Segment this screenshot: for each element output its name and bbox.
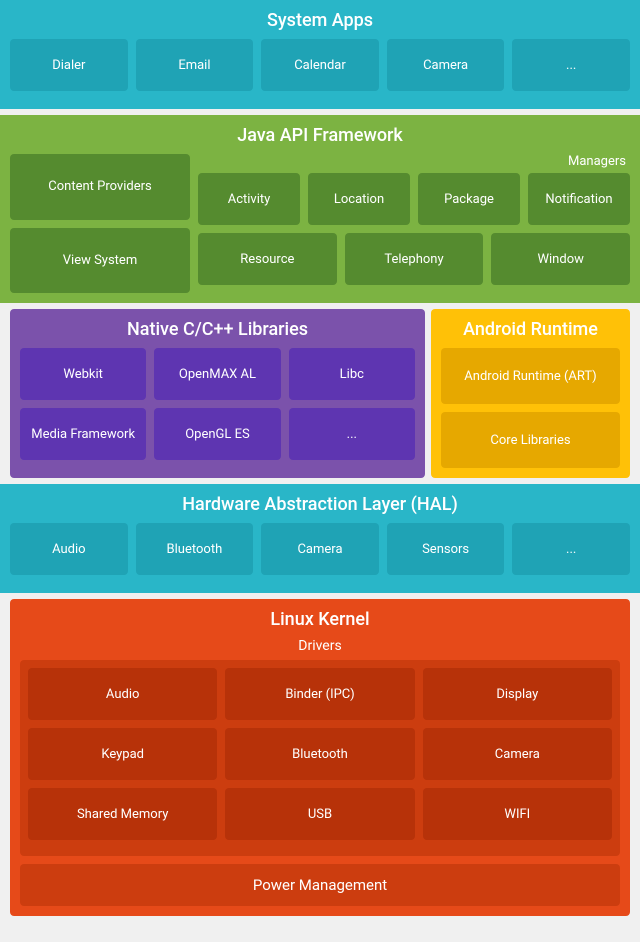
wifi-box: WIFI [423, 788, 612, 840]
managers-row1: Activity Location Package Notification [198, 173, 630, 225]
drivers-label: Drivers [20, 638, 620, 654]
hal-audio-box: Audio [10, 523, 128, 575]
activity-box: Activity [198, 173, 300, 225]
hal-row: Audio Bluetooth Camera Sensors ... [10, 523, 630, 575]
drivers-row3: Shared Memory USB WIFI [28, 788, 612, 840]
openmax-box: OpenMAX AL [154, 348, 280, 400]
webkit-box: Webkit [20, 348, 146, 400]
display-box: Display [423, 668, 612, 720]
kernel-camera-box: Camera [423, 728, 612, 780]
calendar-box: Calendar [261, 39, 379, 91]
notification-box: Notification [528, 173, 630, 225]
system-apps-row: Dialer Email Calendar Camera ... [10, 39, 630, 91]
libc-box: Libc [289, 348, 415, 400]
hal-sensors-box: Sensors [387, 523, 505, 575]
linux-kernel-title: Linux Kernel [20, 609, 620, 630]
drivers-area: Audio Binder (IPC) Display Keypad Blueto… [20, 660, 620, 856]
usb-box: USB [225, 788, 414, 840]
native-libs-title: Native C/C++ Libraries [20, 319, 415, 340]
drivers-row2: Keypad Bluetooth Camera [28, 728, 612, 780]
location-box: Location [308, 173, 410, 225]
more-box: ... [512, 39, 630, 91]
art-box: Android Runtime (ART) [441, 348, 620, 404]
opengl-box: OpenGL ES [154, 408, 280, 460]
resource-box: Resource [198, 233, 337, 285]
dialer-box: Dialer [10, 39, 128, 91]
keypad-box: Keypad [28, 728, 217, 780]
power-management-box: Power Management [20, 864, 620, 906]
system-apps-layer: System Apps Dialer Email Calendar Camera… [0, 0, 640, 109]
telephony-box: Telephony [345, 233, 484, 285]
core-libraries-box: Core Libraries [441, 412, 620, 468]
java-api-title: Java API Framework [10, 125, 630, 146]
hal-title: Hardware Abstraction Layer (HAL) [10, 494, 630, 515]
linux-kernel-layer: Linux Kernel Drivers Audio Binder (IPC) … [10, 599, 630, 916]
hal-more-box: ... [512, 523, 630, 575]
binder-box: Binder (IPC) [225, 668, 414, 720]
content-providers-col: Content Providers View System [10, 154, 190, 293]
window-box: Window [491, 233, 630, 285]
system-apps-title: System Apps [10, 10, 630, 31]
drivers-row1: Audio Binder (IPC) Display [28, 668, 612, 720]
email-box: Email [136, 39, 254, 91]
android-runtime-title: Android Runtime [441, 319, 620, 340]
kernel-bluetooth-box: Bluetooth [225, 728, 414, 780]
native-runtime-row: Native C/C++ Libraries Webkit OpenMAX AL… [0, 309, 640, 478]
android-runtime-layer: Android Runtime Android Runtime (ART) Co… [431, 309, 630, 478]
native-libs-row1: Webkit OpenMAX AL Libc [20, 348, 415, 400]
kernel-audio-box: Audio [28, 668, 217, 720]
content-providers-box: Content Providers [10, 154, 190, 220]
java-api-content: Content Providers View System Managers A… [10, 154, 630, 293]
package-box: Package [418, 173, 520, 225]
managers-row2: Resource Telephony Window [198, 233, 630, 285]
native-libs-row2: Media Framework OpenGL ES ... [20, 408, 415, 460]
media-framework-box: Media Framework [20, 408, 146, 460]
hal-camera-box: Camera [261, 523, 379, 575]
java-api-layer: Java API Framework Content Providers Vie… [0, 115, 640, 303]
shared-memory-box: Shared Memory [28, 788, 217, 840]
managers-col: Managers Activity Location Package Notif… [198, 154, 630, 293]
native-libs-layer: Native C/C++ Libraries Webkit OpenMAX AL… [10, 309, 425, 478]
hal-bluetooth-box: Bluetooth [136, 523, 254, 575]
view-system-box: View System [10, 228, 190, 294]
camera-box: Camera [387, 39, 505, 91]
managers-label: Managers [198, 154, 630, 169]
native-more-box: ... [289, 408, 415, 460]
hal-layer: Hardware Abstraction Layer (HAL) Audio B… [0, 484, 640, 593]
